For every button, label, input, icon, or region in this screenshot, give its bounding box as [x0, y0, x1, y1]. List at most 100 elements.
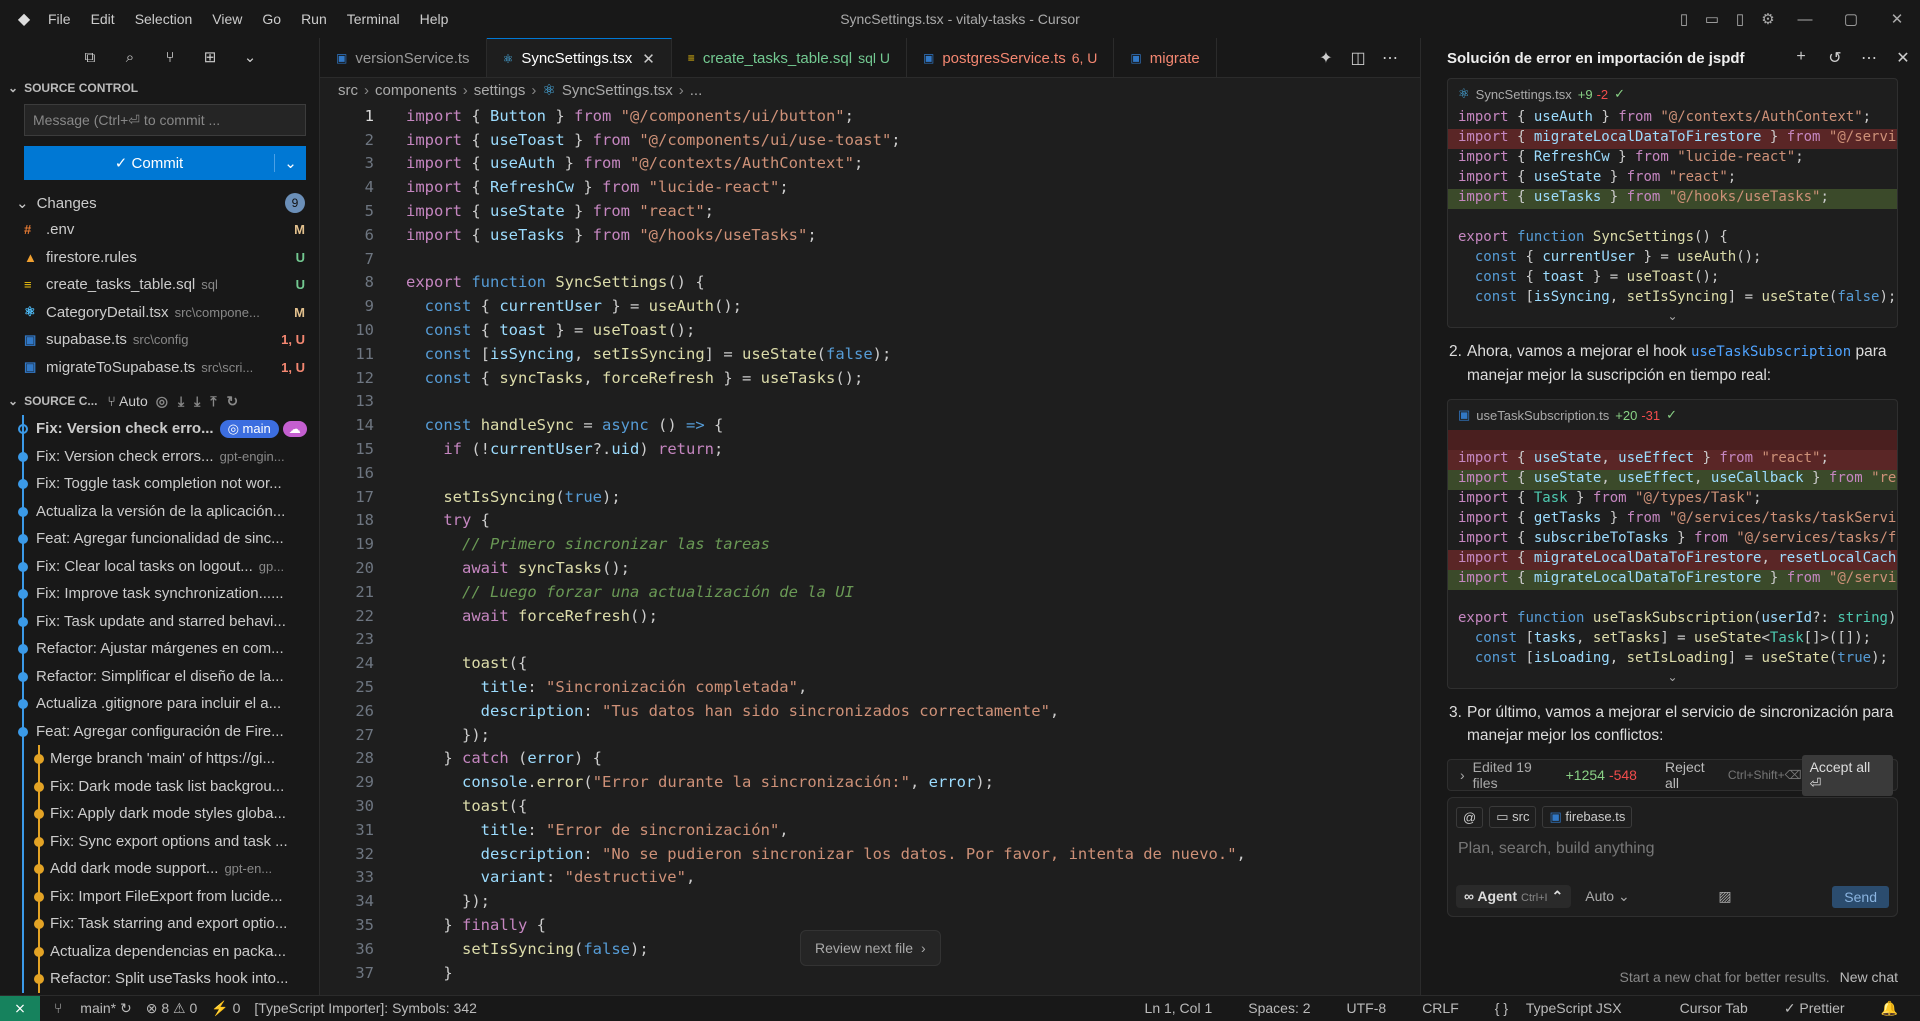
search-icon[interactable]: ⌕	[110, 49, 150, 66]
commit-row[interactable]: Feat: Agregar configuración de Fire...	[0, 717, 319, 745]
breadcrumb-src[interactable]: src	[338, 82, 358, 99]
commit-row[interactable]: Fix: Version check errors... gpt-engin...	[0, 442, 319, 470]
diff-file-header[interactable]: ⚛ SyncSettings.tsx +9 -2 ✓	[1448, 79, 1897, 109]
close-window-icon[interactable]: ✕	[1874, 10, 1920, 28]
commit-row[interactable]: Fix: Apply dark mode styles globa...	[0, 800, 319, 828]
branch-status[interactable]: ⑂ main* ↻	[54, 1000, 132, 1017]
extensions-icon[interactable]: ⊞	[190, 48, 230, 66]
sparkle-icon[interactable]: ✦	[1310, 48, 1342, 68]
changes-header[interactable]: ⌄ Changes 9	[0, 190, 319, 216]
agent-mode-selector[interactable]: ∞ Agent Ctrl+I ⌃	[1456, 885, 1572, 908]
history-icon[interactable]: ↺	[1818, 48, 1852, 68]
expand-chevron-icon[interactable]: ⌄	[1448, 670, 1897, 688]
menu-view[interactable]: View	[212, 11, 242, 27]
prettier-status[interactable]: ✓ Prettier	[1784, 1000, 1845, 1017]
line-endings[interactable]: CRLF	[1422, 1000, 1459, 1017]
commit-row[interactable]: Actualiza .gitignore para incluir el a..…	[0, 690, 319, 718]
commit-row[interactable]: Refactor: Split useTasks hook into...	[0, 965, 319, 993]
notifications-icon[interactable]: 🔔	[1881, 1000, 1898, 1017]
editor-tab[interactable]: ▣ versionService.ts	[320, 38, 487, 77]
commit-row[interactable]: Fix: Improve task synchronization......	[0, 580, 319, 608]
toggle-panel-icon[interactable]: ▭	[1698, 10, 1726, 28]
menu-file[interactable]: File	[48, 11, 71, 27]
mention-icon[interactable]: @	[1456, 806, 1484, 828]
commit-button[interactable]: ✓ Commit ⌄	[24, 146, 306, 180]
commit-row[interactable]: Actualiza la versión de la aplicación...	[0, 497, 319, 525]
reject-all-button[interactable]: Reject all	[1665, 759, 1722, 791]
context-chip-firebase[interactable]: ▣ firebase.ts	[1542, 806, 1633, 828]
new-chat-plus-icon[interactable]: +	[1784, 48, 1818, 68]
close-tab-icon[interactable]: ✕	[642, 50, 655, 68]
importer-status[interactable]: [TypeScript Importer]: Symbols: 342	[254, 1000, 477, 1016]
menu-edit[interactable]: Edit	[91, 11, 115, 27]
menu-run[interactable]: Run	[301, 11, 327, 27]
commit-row[interactable]: Refactor: Simplificar el diseño de la...	[0, 662, 319, 690]
changed-file-row[interactable]: ▣ supabase.ts src\config 1, U	[0, 326, 319, 354]
encoding[interactable]: UTF-8	[1347, 1000, 1387, 1017]
toggle-sidebar-icon[interactable]: ▯	[1670, 10, 1698, 28]
menu-help[interactable]: Help	[420, 11, 449, 27]
language-mode[interactable]: { } TypeScript JSX	[1495, 1000, 1644, 1017]
remote-icon[interactable]: ⨯	[0, 995, 40, 1021]
commit-dropdown-icon[interactable]: ⌄	[274, 154, 306, 172]
explorer-icon[interactable]: ⧉	[70, 49, 110, 66]
editor-tab[interactable]: ≡ create_tasks_table.sql sql U	[672, 38, 907, 77]
chevron-right-icon[interactable]: ›	[1460, 767, 1465, 783]
commit-row[interactable]: Fix: Sync export options and task ...	[0, 827, 319, 855]
expand-chevron-icon[interactable]: ⌄	[1448, 309, 1897, 327]
context-chip-src[interactable]: ▭ src	[1489, 806, 1537, 828]
cursor-tab-status[interactable]: Cursor Tab	[1680, 1000, 1748, 1017]
commit-message-input[interactable]: Message (Ctrl+⏎ to commit ...✧	[24, 104, 337, 136]
more-icon[interactable]: ⋯	[1852, 48, 1886, 68]
send-button[interactable]: Send	[1832, 885, 1889, 908]
commit-row[interactable]: Actualiza dependencias en packa...	[0, 937, 319, 965]
close-icon[interactable]: ✕	[1886, 48, 1920, 68]
graph-actions-icons[interactable]: ◎⤓⤓⤒↻	[156, 393, 249, 410]
changed-file-row[interactable]: ▣ migrateToSupabase.ts src\scri... 1, U	[0, 354, 319, 382]
commit-row[interactable]: Fix: Version check erro... ◎ main ☁	[0, 415, 319, 443]
commit-row[interactable]: Fix: Clear local tasks on logout... gp...	[0, 552, 319, 580]
changed-file-row[interactable]: ▲ firestore.rules U	[0, 244, 319, 272]
breadcrumb-more[interactable]: ...	[690, 82, 703, 99]
ports-status[interactable]: ⚡ 0	[211, 1000, 240, 1017]
graph-auto-toggle[interactable]: ⑂ Auto	[107, 393, 147, 409]
breadcrumb-file[interactable]: SyncSettings.tsx	[562, 82, 673, 99]
split-editor-icon[interactable]: ◫	[1342, 48, 1374, 68]
commit-row[interactable]: Merge branch 'main' of https://gi...	[0, 745, 319, 773]
source-control-icon[interactable]: ⑂	[150, 49, 190, 66]
source-control-header[interactable]: ⌄ SOURCE CONTROL	[0, 76, 319, 100]
editor-tab[interactable]: ▣ postgresService.ts 6, U	[907, 38, 1115, 77]
cursor-position[interactable]: Ln 1, Col 1	[1145, 1000, 1213, 1017]
changed-file-row[interactable]: ≡ create_tasks_table.sql sql U	[0, 271, 319, 299]
commit-row[interactable]: Fix: Task starring and export optio...	[0, 910, 319, 938]
editor-tab[interactable]: ▣ migrate	[1114, 38, 1217, 77]
chat-input[interactable]: Plan, search, build anything	[1448, 836, 1897, 862]
settings-gear-icon[interactable]: ⚙	[1754, 10, 1782, 28]
toggle-secondary-sidebar-icon[interactable]: ▯	[1726, 10, 1754, 28]
breadcrumb-components[interactable]: components	[375, 82, 457, 99]
accept-all-button[interactable]: Accept all ⏎	[1801, 754, 1893, 796]
image-icon[interactable]: ▨	[1718, 888, 1731, 905]
changed-file-row[interactable]: ⚛ CategoryDetail.tsx src\compone... M	[0, 299, 319, 327]
minimize-icon[interactable]: —	[1782, 11, 1828, 28]
maximize-icon[interactable]: ▢	[1828, 10, 1874, 28]
review-next-file-button[interactable]: Review next file ›	[800, 930, 941, 966]
indentation[interactable]: Spaces: 2	[1248, 1000, 1310, 1017]
commit-row[interactable]: Fix: Import FileExport from lucide...	[0, 882, 319, 910]
source-control-graph-header[interactable]: ⌄ SOURCE C... ⑂ Auto ◎⤓⤓⤒↻	[0, 387, 319, 415]
chat-input-box[interactable]: @ ▭ src ▣ firebase.ts Plan, search, buil…	[1447, 797, 1898, 917]
menu-terminal[interactable]: Terminal	[347, 11, 400, 27]
menu-selection[interactable]: Selection	[135, 11, 193, 27]
commit-row[interactable]: Refactor: Ajustar márgenes en com...	[0, 635, 319, 663]
model-selector[interactable]: Auto ⌄	[1585, 888, 1629, 905]
code-editor[interactable]: 1 import { Button } from "@/components/ui…	[320, 102, 1420, 984]
menu-go[interactable]: Go	[262, 11, 281, 27]
more-actions-icon[interactable]: ⋯	[1374, 48, 1406, 68]
new-chat-link[interactable]: New chat	[1840, 969, 1898, 985]
problems-status[interactable]: ⊗ 8 ⚠ 0	[146, 1000, 198, 1017]
changed-file-row[interactable]: # .env M	[0, 216, 319, 244]
commit-row[interactable]: Feat: Agregar funcionalidad de sinc...	[0, 525, 319, 553]
diff-file-header[interactable]: ▣ useTaskSubscription.ts +20 -31 ✓	[1448, 400, 1897, 430]
editor-tab[interactable]: ⚛ SyncSettings.tsx ✕	[486, 38, 672, 77]
commit-row[interactable]: Fix: Toggle task completion not wor...	[0, 470, 319, 498]
